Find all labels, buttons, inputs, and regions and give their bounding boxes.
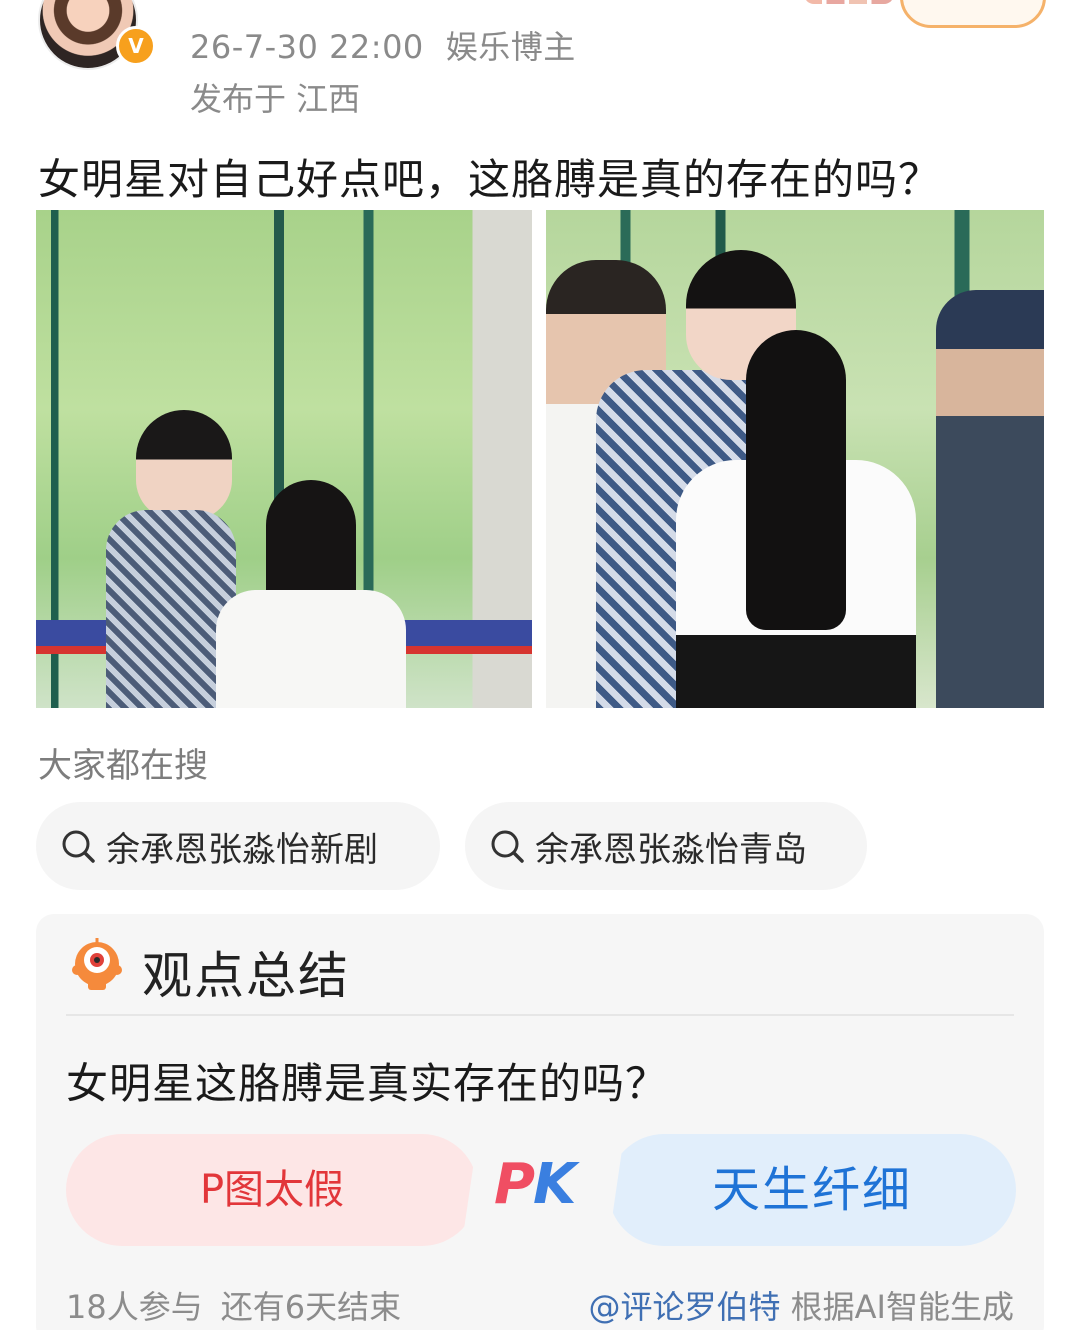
search-icon [62,830,95,863]
photo-figure-right [936,290,1044,708]
participant-count: 18人参与 [66,1288,203,1326]
poll-status: 18人参与 还有6天结束 [66,1282,401,1328]
time-remaining: 还有6天结束 [220,1288,402,1326]
trending-search-title: 大家都在搜 [38,746,208,786]
vote-option-left[interactable]: P图太假 [66,1134,478,1246]
post-text: 女明星对自己好点吧，这胳膊是真的存在的吗？ [38,155,942,204]
pk-p: P [494,1152,535,1217]
poll-question: 女明星这胳膊是真实存在的吗？ [66,1059,669,1108]
pk-k: K [533,1152,576,1217]
follow-area [804,0,1046,28]
pk-label: PK [494,1152,576,1217]
search-chip-1[interactable]: 余承恩张淼怡新剧 [36,802,440,890]
divider [66,1014,1014,1016]
verified-badge-icon: V [116,26,156,66]
post-meta: 26-7-30 22:00 娱乐博主 [190,22,576,68]
author-tag: 娱乐博主 [445,28,576,66]
post-photo-1[interactable] [36,210,532,708]
vote-option-right[interactable]: 天生纤细 [608,1134,1016,1246]
ai-handle-link[interactable]: @评论罗伯特 [588,1288,780,1326]
card-title: 观点总结 [142,947,350,1005]
photo-figure-shirt [216,590,406,708]
decoration-icons [804,0,894,4]
photo-figure-hair [746,330,846,630]
search-chip-label: 余承恩张淼怡青岛 [535,829,807,870]
search-chip-label: 余承恩张淼怡新剧 [106,829,378,870]
search-icon [491,830,524,863]
opinion-summary-card: 观点总结 女明星这胳膊是真实存在的吗？ P图太假 PK 天生纤细 18人参与 还有… [36,914,1044,1330]
post-timestamp: 26-7-30 22:00 [190,28,424,66]
ai-credit: @评论罗伯特 根据AI智能生成 [588,1282,1014,1328]
robot-icon [72,938,122,990]
photo-figure-head [136,410,232,520]
ai-note-text: 根据AI智能生成 [790,1288,1014,1326]
post-photo-2[interactable] [546,210,1044,708]
weibo-post-page: V 26-7-30 22:00 娱乐博主 发布于 江西 女明星对自己好点吧，这胳膊… [0,0,1080,1330]
author-avatar-wrap[interactable]: V [38,0,156,70]
follow-button[interactable] [900,0,1046,28]
search-chip-2[interactable]: 余承恩张淼怡青岛 [465,802,867,890]
post-location: 发布于 江西 [190,80,361,118]
